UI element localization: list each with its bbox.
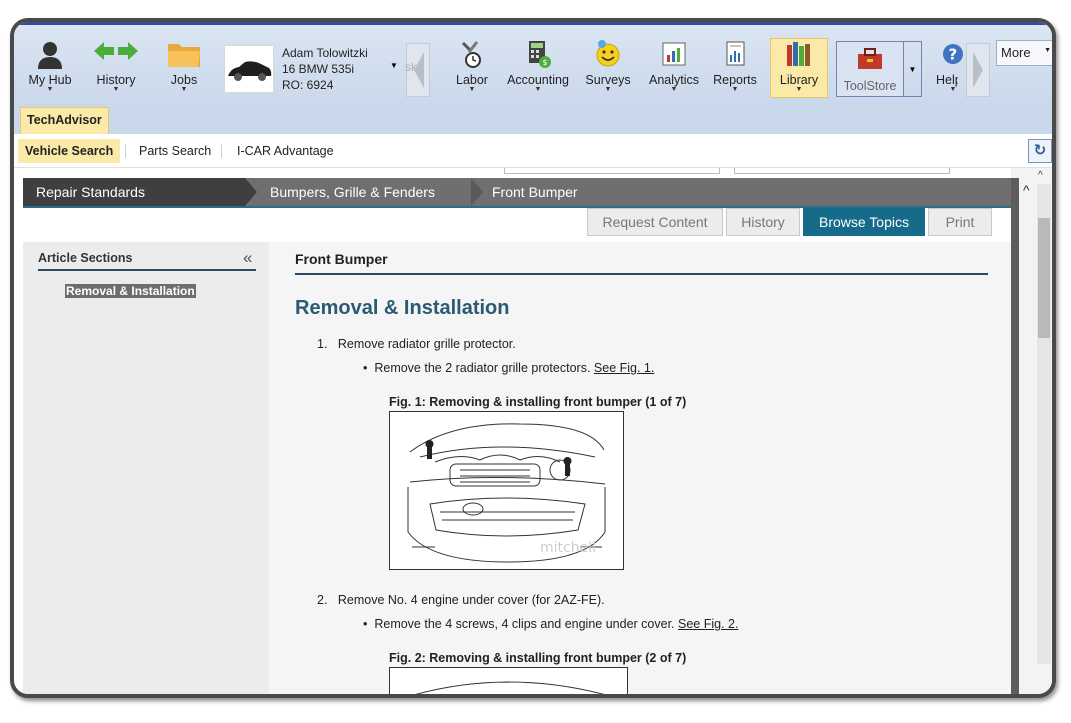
chevron-down-icon: ▼ <box>46 86 54 93</box>
vehicle-model: 16 BMW 535i <box>282 62 355 76</box>
chevron-down-icon[interactable]: ▼ <box>390 61 398 70</box>
sidebar-title: Article Sections <box>38 251 133 265</box>
my-hub-button[interactable]: My Hub ▼ <box>24 39 76 97</box>
svg-text:?: ? <box>949 46 958 64</box>
toolbar-scroll-right[interactable] <box>966 43 990 97</box>
reports-button[interactable]: Reports ▼ <box>712 39 758 97</box>
bullet-icon: • <box>363 617 368 631</box>
jobs-button[interactable]: Jobs ▼ <box>160 39 208 97</box>
chevron-down-icon: ▼ <box>604 86 612 93</box>
chevron-right-icon <box>973 52 983 88</box>
person-icon <box>24 39 76 69</box>
tab-techadvisor[interactable]: TechAdvisor <box>20 107 109 134</box>
toolbox-icon <box>837 46 903 75</box>
toolstore-dropdown[interactable]: ▼ <box>904 41 922 97</box>
surveys-button[interactable]: Surveys ▼ <box>582 39 634 97</box>
vehicle-selector[interactable]: Adam Tolowitzki 16 BMW 535i RO: 6924 ▼ <box>224 41 406 97</box>
section-link-removal-installation[interactable]: Removal & Installation <box>65 284 196 298</box>
bullet-icon: • <box>363 361 368 375</box>
chevron-up-icon[interactable]: ^ <box>1023 182 1030 198</box>
toolbar-scroll-left[interactable]: sks <box>405 43 430 97</box>
app-tab-row: TechAdvisor <box>14 107 1052 134</box>
figure-link[interactable]: See Fig. 1. <box>594 361 654 375</box>
breadcrumb-item[interactable]: Bumpers, Grille & Fenders <box>270 178 435 206</box>
repair-order: RO: 6924 <box>282 78 334 92</box>
print-button[interactable]: Print <box>928 208 992 236</box>
engine-bay-illustration-icon: mitchell <box>407 423 606 563</box>
smiley-icon <box>582 39 634 69</box>
scrollbar-thumb[interactable] <box>1038 218 1050 338</box>
breadcrumb-separator <box>471 178 483 206</box>
article-title: Front Bumper <box>295 251 388 267</box>
divider <box>125 144 126 158</box>
app-window: My Hub ▼ History ▼ Jobs ▼ Adam Tolowitzk… <box>10 18 1056 698</box>
analytics-button[interactable]: Analytics ▼ <box>646 39 702 97</box>
folder-icon <box>160 39 208 69</box>
browse-topics-button[interactable]: Browse Topics <box>803 208 925 236</box>
arrows-icon <box>88 39 144 69</box>
step-bullet: • Remove the 2 radiator grille protector… <box>363 361 655 375</box>
breadcrumb-separator <box>245 178 257 206</box>
tab-icar-advantage[interactable]: I-CAR Advantage <box>230 139 341 163</box>
help-icon: ? <box>936 39 970 69</box>
chevron-down-icon: ▼ <box>1044 47 1051 54</box>
chevron-down-icon: ▼ <box>534 86 542 93</box>
report-icon <box>712 39 758 69</box>
chart-icon <box>646 39 702 69</box>
history-view-button[interactable]: History <box>726 208 800 236</box>
chevron-down-icon: ▼ <box>180 86 188 93</box>
chevron-up-icon[interactable]: ^ <box>1038 170 1043 181</box>
refresh-icon[interactable]: ↻ <box>1028 139 1052 163</box>
tools-clock-icon <box>450 39 494 69</box>
figure-image[interactable]: mitchell <box>389 411 624 570</box>
request-content-button[interactable]: Request Content <box>587 208 723 236</box>
content-area: Repair Standards Bumpers, Grille & Fende… <box>14 168 1052 694</box>
chevron-down-icon: ▼ <box>468 86 476 93</box>
breadcrumb-item: Front Bumper <box>492 184 578 200</box>
more-dropdown[interactable]: More ▼ <box>996 40 1052 66</box>
step-bullet: • Remove the 4 screws, 4 clips and engin… <box>363 617 739 631</box>
main-toolbar: My Hub ▼ History ▼ Jobs ▼ Adam Tolowitzk… <box>14 22 1052 107</box>
figure-link[interactable]: See Fig. 2. <box>678 617 738 631</box>
tab-parts-search[interactable]: Parts Search <box>132 139 218 163</box>
step-item: 1. Remove radiator grille protector. <box>317 337 516 351</box>
figure-caption: Fig. 2: Removing & installing front bump… <box>389 651 687 665</box>
chevron-left-icon <box>414 52 424 88</box>
history-button[interactable]: History ▼ <box>88 39 144 97</box>
library-button[interactable]: Library ▼ <box>770 38 828 98</box>
divider <box>295 273 988 275</box>
accounting-button[interactable]: $ Accounting ▼ <box>506 39 570 97</box>
double-chevron-left-icon[interactable]: « <box>243 248 252 268</box>
help-button[interactable]: ? Help ▼ <box>936 39 970 97</box>
car-icon <box>224 45 274 93</box>
customer-name: Adam Tolowitzki <box>282 46 368 60</box>
calculator-money-icon: $ <box>506 39 570 69</box>
figure-caption: Fig. 1: Removing & installing front bump… <box>389 395 687 409</box>
article-sections-panel: Article Sections « Removal & Installatio… <box>23 242 269 694</box>
labor-button[interactable]: Labor ▼ <box>450 39 494 97</box>
article-body: Front Bumper Removal & Installation 1. R… <box>269 242 1011 694</box>
divider <box>38 269 256 271</box>
chevron-down-icon: ▼ <box>670 86 678 93</box>
chevron-down-icon: ▼ <box>112 86 120 93</box>
search-field-clipped[interactable] <box>504 168 720 174</box>
svg-text:$: $ <box>543 58 548 67</box>
section-heading: Removal & Installation <box>295 297 510 319</box>
tab-vehicle-search[interactable]: Vehicle Search <box>18 139 121 163</box>
step-item: 2. Remove No. 4 engine under cover (for … <box>317 593 605 607</box>
breadcrumb-item[interactable]: Repair Standards <box>23 178 245 206</box>
sub-navigation: Vehicle Search Parts Search I-CAR Advant… <box>14 134 1052 168</box>
chevron-down-icon: ▼ <box>949 86 957 93</box>
search-field-clipped[interactable] <box>734 168 950 174</box>
figure-image[interactable] <box>389 667 628 694</box>
content-scrollbar[interactable]: ^ ^ <box>1011 168 1052 694</box>
breadcrumb: Repair Standards Bumpers, Grille & Fende… <box>23 178 1011 206</box>
books-icon <box>771 39 827 69</box>
toolstore-button[interactable]: ToolStore <box>836 41 904 97</box>
divider <box>221 144 222 158</box>
watermark: mitchell <box>540 540 596 556</box>
engine-cover-illustration-icon <box>415 681 605 694</box>
chevron-down-icon: ▼ <box>731 86 739 93</box>
chevron-down-icon: ▼ <box>795 86 803 93</box>
